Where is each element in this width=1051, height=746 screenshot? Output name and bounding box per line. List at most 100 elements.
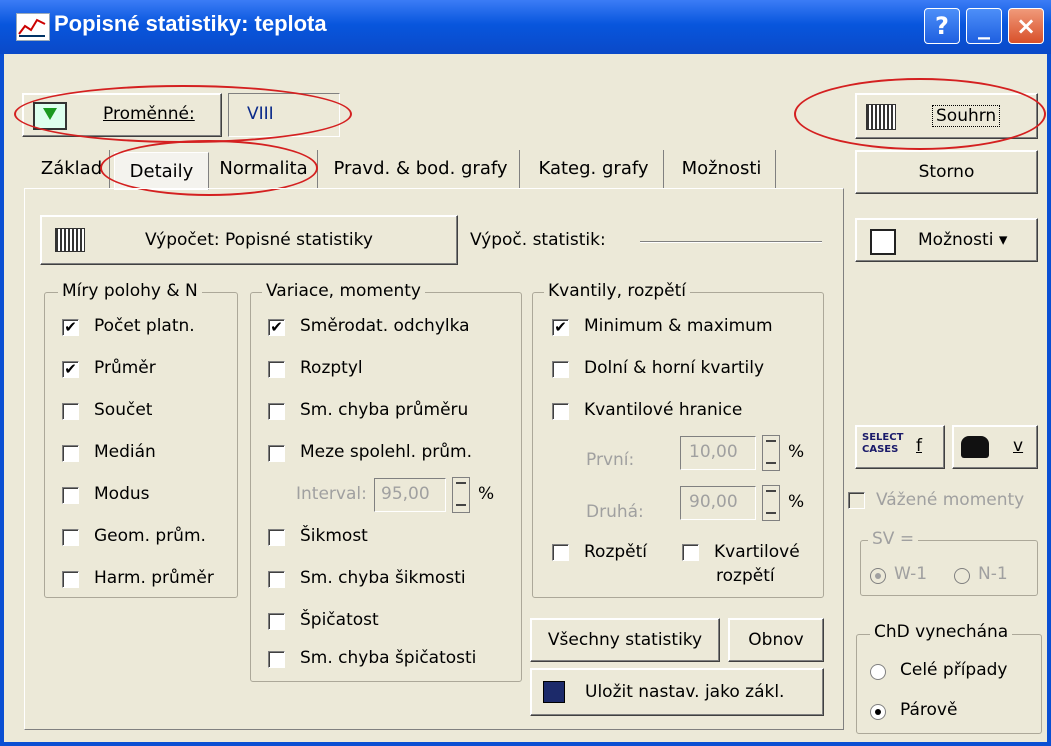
variation-item-checkbox[interactable] [268, 571, 285, 588]
variation-item-checkbox[interactable] [268, 613, 285, 630]
location-item-label: Počet platn. [94, 316, 195, 336]
variation-item-checkbox[interactable] [268, 445, 285, 462]
select-cases-line2: CASES [862, 444, 899, 455]
pairwise-label: Párově [900, 700, 958, 720]
compute-stats-line [640, 241, 822, 243]
options-button[interactable]: Možnosti ▾ [855, 218, 1038, 262]
quartile-range-label-1: Kvartilové [714, 542, 800, 562]
variation-item-checkbox[interactable] [268, 651, 285, 668]
close-button[interactable]: × [1008, 8, 1044, 44]
variation-item-checkbox[interactable] [268, 361, 285, 378]
title-bar: Popisné statistiky: teplota ? _ × [0, 0, 1051, 54]
second-label: Druhá: [586, 502, 644, 522]
interval-spinner[interactable] [452, 477, 470, 513]
app-icon [16, 13, 50, 41]
weighted-moments-checkbox[interactable] [848, 492, 865, 509]
quartile-range-label-2: rozpětí [716, 566, 775, 586]
summary-highlight-oval [794, 78, 1046, 150]
quantile-item-checkbox[interactable] [552, 403, 569, 420]
quantile-item-label: Kvantilové hranice [584, 400, 743, 420]
range-label: Rozpětí [584, 542, 648, 562]
variation-item-label: Šikmost [300, 526, 368, 546]
help-button[interactable]: ? [924, 8, 960, 44]
select-cases-button[interactable]: SELECT CASES f [855, 425, 945, 469]
variation-item-label: Špičatost [300, 610, 379, 630]
location-item-label: Průměr [94, 358, 156, 378]
tab-pravd-bod-grafy[interactable]: Pravd. & bod. grafy [322, 150, 520, 188]
reset-button[interactable]: Obnov [728, 618, 824, 662]
location-item-label: Geom. prům. [94, 526, 206, 546]
sv-n1-label: N-1 [978, 564, 1008, 584]
interval-percent: % [478, 484, 495, 504]
variation-item-label: Směrodat. odchylka [300, 316, 470, 336]
first-spinner[interactable] [762, 435, 780, 471]
tab-kateg-grafy[interactable]: Kateg. grafy [524, 150, 664, 188]
tab-zaklad[interactable]: Základ [34, 150, 110, 188]
interval-input[interactable]: 95,00 [374, 478, 446, 512]
quantile-item-checkbox[interactable]: ✔ [552, 319, 569, 336]
variation-item-checkbox[interactable] [268, 403, 285, 420]
sv-label: SV = [868, 529, 919, 549]
location-item-label: Harm. průměr [94, 568, 214, 588]
compute-icon [55, 228, 85, 252]
location-item-checkbox[interactable] [62, 403, 79, 420]
variation-item-checkbox[interactable]: ✔ [268, 319, 285, 336]
casewise-radio[interactable] [870, 664, 886, 680]
location-item-label: Medián [94, 442, 156, 462]
location-item-label: Součet [94, 400, 153, 420]
weighted-moments-label: Vážené momenty [876, 490, 1025, 510]
sv-w1-label: W-1 [894, 564, 928, 584]
weight-button[interactable]: v [952, 425, 1038, 469]
window-title: Popisné statistiky: teplota [54, 11, 327, 36]
interval-label: Interval: [296, 484, 367, 504]
first-input[interactable]: 10,00 [680, 436, 756, 470]
quantile-item-label: Dolní & horní kvartily [584, 358, 765, 378]
first-percent: % [788, 442, 805, 462]
sv-w1-radio[interactable] [870, 568, 886, 584]
save-default-label: Uložit nastav. jako zákl. [585, 682, 785, 702]
variation-title: Variace, momenty [262, 281, 425, 301]
second-spinner[interactable] [762, 485, 780, 521]
sv-n1-radio[interactable] [954, 568, 970, 584]
compute-button[interactable]: Výpočet: Popisné statistiky [40, 215, 458, 265]
quantile-item-checkbox[interactable] [552, 361, 569, 378]
variation-item-label: Meze spolehl. prům. [300, 442, 472, 462]
weight-v: v [1013, 436, 1024, 456]
save-default-button[interactable]: Uložit nastav. jako zákl. [530, 668, 824, 716]
select-cases-f: f [916, 436, 922, 456]
variables-highlight-oval [14, 85, 352, 143]
cancel-button[interactable]: Storno [855, 150, 1038, 194]
casewise-label: Celé případy [900, 660, 1008, 680]
location-item-label: Modus [94, 484, 150, 504]
variation-item-label: Rozptyl [300, 358, 363, 378]
quantiles-title: Kvantily, rozpětí [544, 281, 690, 301]
select-cases-line1: SELECT [862, 432, 904, 443]
compute-stats-label: Výpoč. statistik: [470, 230, 606, 250]
location-item-checkbox[interactable] [62, 571, 79, 588]
options-label: Možnosti ▾ [918, 230, 1008, 250]
variation-item-checkbox[interactable] [268, 529, 285, 546]
quartile-range-checkbox[interactable] [682, 544, 699, 561]
pairwise-radio[interactable] [870, 704, 886, 720]
location-item-checkbox[interactable]: ✔ [62, 319, 79, 336]
location-item-checkbox[interactable] [62, 445, 79, 462]
variation-item-label: Sm. chyba průměru [300, 400, 469, 420]
missing-title: ChD vynechána [870, 622, 1013, 642]
location-title: Míry polohy & N [58, 281, 202, 301]
all-stats-button[interactable]: Všechny statistiky [530, 618, 720, 662]
weight-icon [961, 436, 989, 458]
variation-item-label: Sm. chyba špičatosti [300, 648, 477, 668]
second-percent: % [788, 492, 805, 512]
variation-item-label: Sm. chyba šikmosti [300, 568, 466, 588]
location-item-checkbox[interactable] [62, 487, 79, 504]
compute-label: Výpočet: Popisné statistiky [145, 230, 373, 250]
save-icon [543, 681, 565, 703]
location-item-checkbox[interactable]: ✔ [62, 361, 79, 378]
tab-moznosti[interactable]: Možnosti [668, 150, 776, 188]
range-checkbox[interactable] [552, 544, 569, 561]
second-input[interactable]: 90,00 [680, 486, 756, 520]
first-label: První: [586, 450, 635, 470]
minimize-button[interactable]: _ [966, 8, 1002, 44]
quantile-item-label: Minimum & maximum [584, 316, 773, 336]
location-item-checkbox[interactable] [62, 529, 79, 546]
